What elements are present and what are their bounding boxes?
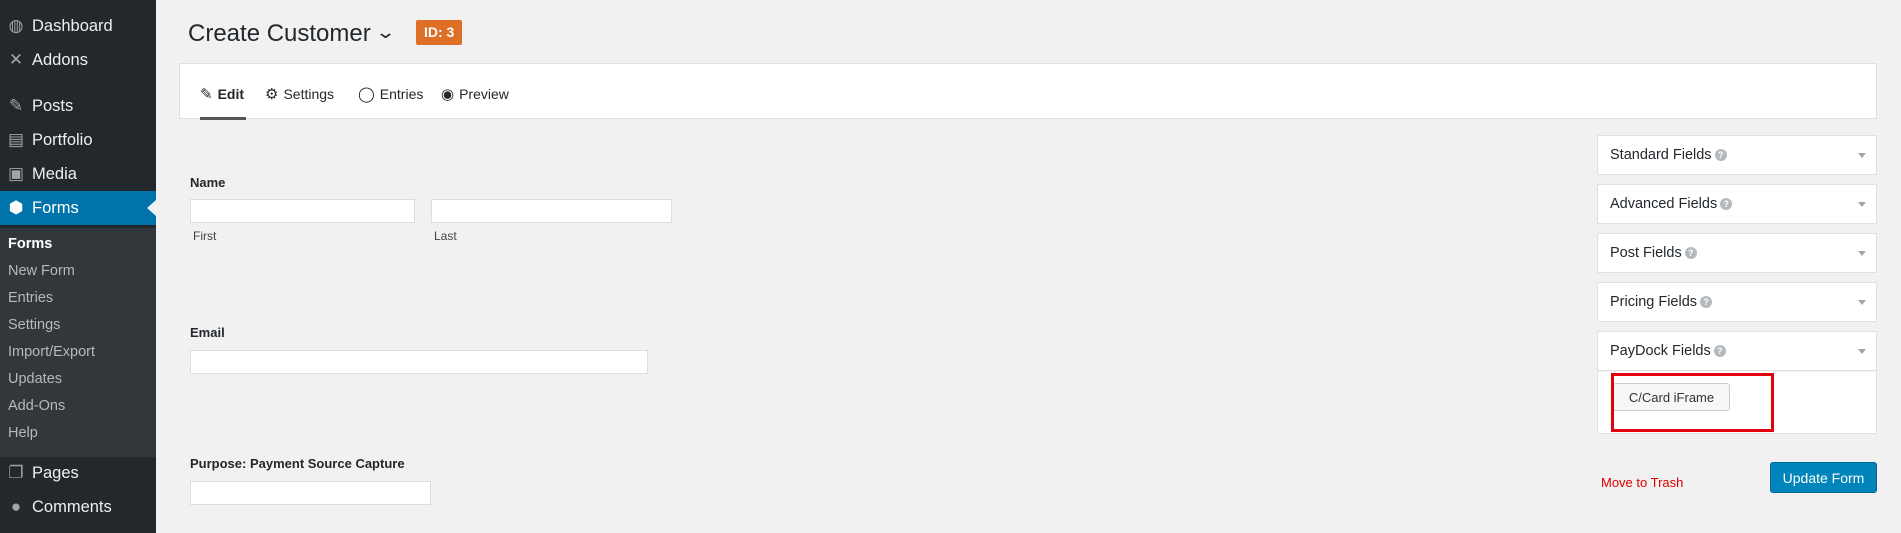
caret-down-icon[interactable] [1858, 349, 1866, 354]
first-sublabel: First [193, 229, 217, 243]
panel-title: PayDock Fields [1610, 343, 1711, 359]
forms-submenu: Forms New Form Entries Settings Import/E… [0, 228, 156, 457]
panel-paydock-fields[interactable]: PayDock Fields? [1597, 331, 1877, 371]
portfolio-icon: ▤ [7, 130, 25, 149]
purpose-label: Purpose: Payment Source Capture [190, 456, 405, 471]
sidebar-item-comments[interactable]: ● Comments [0, 490, 156, 524]
form-tabs: ✎ Edit ⚙ Settings ◯ Entries ◉ Preview [179, 63, 1877, 120]
caret-down-icon[interactable] [1858, 300, 1866, 305]
help-icon[interactable]: ? [1684, 247, 1697, 259]
pin-icon: ✎ [8, 96, 24, 115]
addons-icon: ✕ [8, 50, 24, 69]
tab-settings[interactable]: ⚙ Settings [265, 84, 334, 104]
email-field[interactable] [190, 350, 648, 374]
caret-down-icon[interactable] [1858, 202, 1866, 207]
caret-down-icon[interactable] [1858, 251, 1866, 256]
help-icon[interactable]: ? [1700, 296, 1713, 308]
dashboard-icon: ◍ [8, 16, 24, 35]
submenu-help[interactable]: Help [8, 425, 38, 441]
move-to-trash-link[interactable]: Move to Trash [1601, 475, 1683, 490]
comments-icon: ● [10, 497, 22, 516]
purpose-field[interactable] [190, 481, 431, 505]
edit-icon: ✎ [200, 86, 213, 103]
submenu-add-ons[interactable]: Add-Ons [8, 398, 65, 414]
first-name-field[interactable] [190, 199, 415, 223]
submenu-settings[interactable]: Settings [8, 317, 60, 333]
last-name-field[interactable] [431, 199, 672, 223]
gears-icon: ⚙ [265, 86, 279, 103]
help-icon[interactable]: ? [1713, 345, 1726, 357]
tab-edit[interactable]: ✎ Edit [200, 84, 244, 104]
sidebar-item-media[interactable]: ▣ Media [0, 157, 156, 191]
help-icon[interactable]: ? [1720, 198, 1733, 210]
panel-advanced-fields[interactable]: Advanced Fields? [1597, 184, 1877, 224]
admin-sidebar: ◍ Dashboard ✕ Addons ✎ Posts ▤ Portfolio… [0, 0, 156, 533]
update-form-button[interactable]: Update Form [1770, 462, 1877, 493]
tab-preview[interactable]: ◉ Preview [441, 84, 509, 104]
comment-icon: ◯ [358, 86, 375, 103]
panel-post-fields[interactable]: Post Fields? [1597, 233, 1877, 273]
panel-title: Pricing Fields [1610, 294, 1698, 310]
panel-standard-fields[interactable]: Standard Fields? [1597, 135, 1877, 175]
forms-icon: ⬢ [8, 198, 24, 217]
chevron-down-icon[interactable]: ⌄ [375, 22, 396, 43]
last-sublabel: Last [434, 229, 457, 243]
sidebar-item-portfolio[interactable]: ▤ Portfolio [0, 123, 156, 157]
media-icon: ▣ [7, 164, 25, 183]
name-label: Name [190, 175, 226, 190]
submenu-entries[interactable]: Entries [8, 290, 53, 306]
submenu-updates[interactable]: Updates [8, 371, 62, 387]
panel-title: Post Fields [1610, 245, 1682, 261]
active-tab-indicator [200, 117, 246, 120]
submenu-import-export[interactable]: Import/Export [8, 344, 95, 360]
submenu-new-form[interactable]: New Form [8, 263, 75, 279]
sidebar-item-dashboard[interactable]: ◍ Dashboard [0, 9, 156, 43]
panel-title: Advanced Fields [1610, 196, 1718, 212]
page-title: Create Customer [188, 20, 371, 47]
id-badge: ID: 3 [416, 20, 463, 45]
email-label: Email [190, 325, 225, 340]
tab-entries[interactable]: ◯ Entries [358, 84, 423, 104]
highlight-annotation [1611, 373, 1774, 432]
eye-icon: ◉ [441, 86, 455, 103]
caret-down-icon[interactable] [1858, 153, 1866, 158]
panel-title: Standard Fields [1610, 147, 1712, 163]
pages-icon: ❐ [8, 463, 24, 482]
sidebar-item-forms[interactable]: ⬢ Forms [0, 191, 156, 225]
sidebar-item-posts[interactable]: ✎ Posts [0, 89, 156, 123]
sidebar-item-addons[interactable]: ✕ Addons [0, 43, 156, 77]
sidebar-item-pages[interactable]: ❐ Pages [0, 456, 156, 490]
help-icon[interactable]: ? [1714, 149, 1727, 161]
panel-pricing-fields[interactable]: Pricing Fields? [1597, 282, 1877, 322]
submenu-forms[interactable]: Forms [8, 236, 52, 252]
